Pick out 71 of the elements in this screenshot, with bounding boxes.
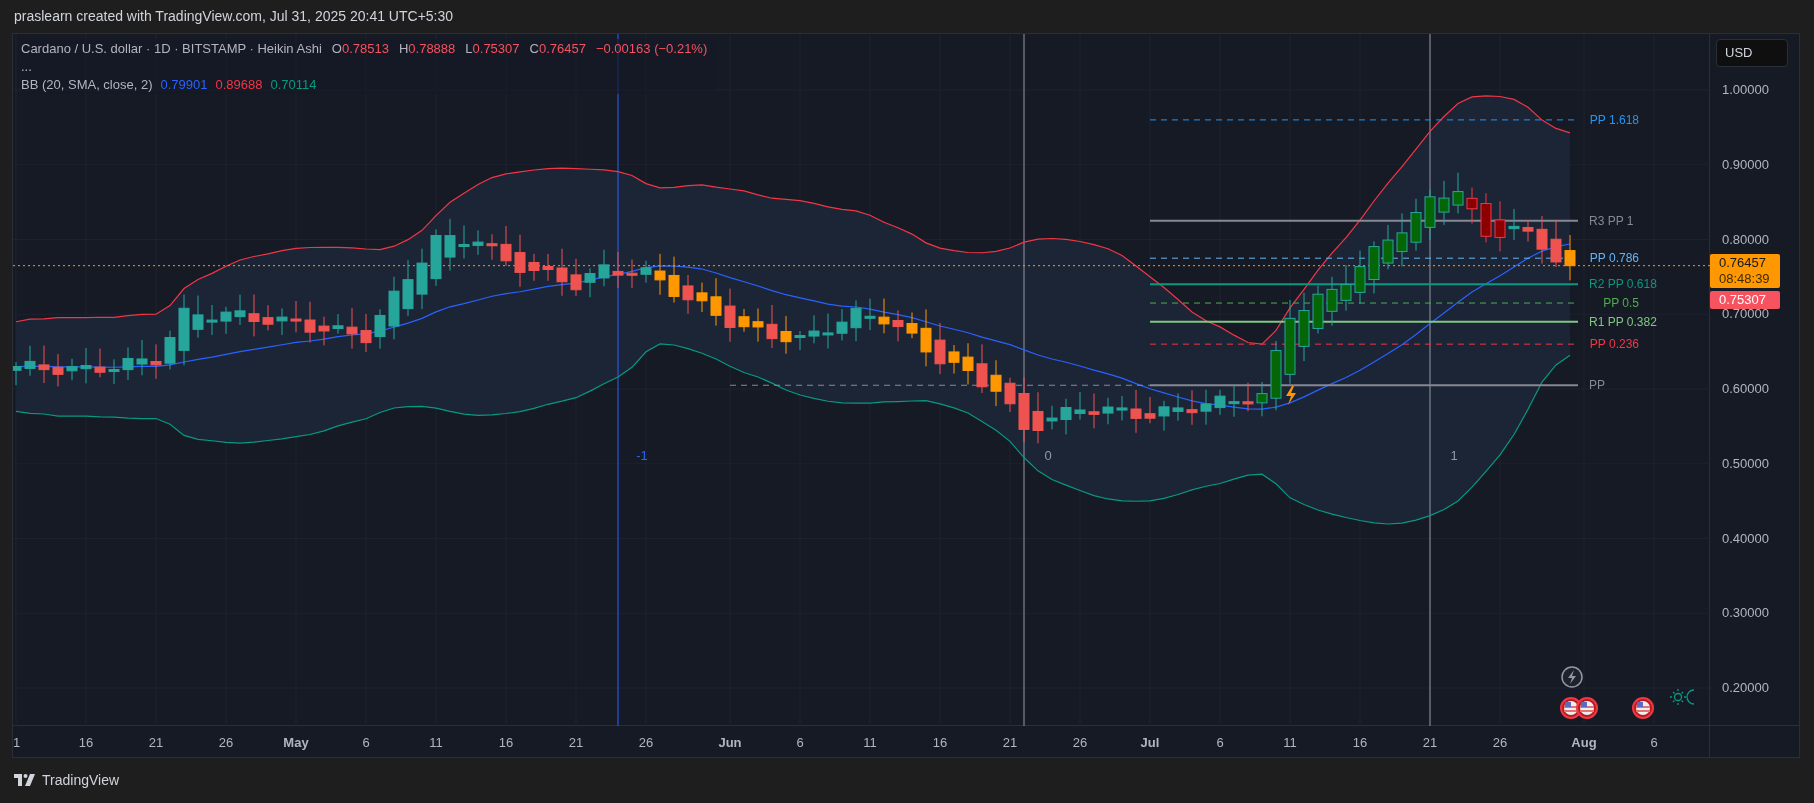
date-axis-label: 21 (1422, 734, 1438, 752)
date-axis-label: 11 (863, 734, 877, 752)
price-tag-value: 0.75307 (1719, 291, 1767, 308)
date-axis-label: 16 (1352, 734, 1368, 752)
pivot-label: PP (1589, 378, 1605, 393)
price-axis-label: 0.60000 (1722, 381, 1769, 397)
symbol-title: Cardano / U.S. dollar · 1D · BITSTAMP · Heikin Ashi (21, 40, 322, 58)
bar-countdown: 08:48:39 (1719, 270, 1771, 287)
ohlc-value: 0.78513 (341, 40, 389, 58)
date-axis-label: 6 (362, 734, 370, 752)
date-axis-label: 6 (796, 734, 804, 752)
price-axis-label: 0.30000 (1722, 605, 1769, 622)
price-change: −0.00163 (−0.21%) (595, 40, 708, 58)
date-axis-label: 26 (218, 734, 234, 752)
date-axis-label: 11 (429, 734, 443, 752)
date-axis-label: 1 (13, 734, 21, 752)
date-axis-label: Jul (1140, 734, 1160, 752)
price-axis-label: 0.20000 (1722, 680, 1769, 696)
ohlc-value: 0.76457 (538, 40, 586, 58)
lightning-icon[interactable] (1561, 666, 1583, 688)
pivot-label: R1 PP 0.382 (1589, 314, 1657, 329)
attribution-text: praslearn created with TradingView.com, Jul 31, 2025 20:41 UTC+5:30 (14, 7, 454, 26)
date-axis-label: 16 (498, 734, 514, 752)
us-flag-icon[interactable] (1576, 697, 1598, 719)
tradingview-logo-text[interactable]: TradingView (42, 769, 120, 791)
cycle-label: 0 (1044, 448, 1052, 463)
price-axis-label: 0.90000 (1722, 156, 1769, 173)
ohlc-label: O (331, 40, 342, 58)
pivot-label: PP 0.236 (1589, 337, 1639, 352)
pivot-label: R2 PP 0.618 (1589, 277, 1657, 292)
cycle-label: 1 (1450, 448, 1458, 463)
ohlc-label: C (529, 40, 539, 58)
date-axis-label: 26 (1492, 734, 1508, 752)
date-axis-label: 26 (638, 734, 654, 752)
date-axis-label: 26 (1072, 734, 1088, 752)
currency-button[interactable]: USD (1716, 39, 1788, 67)
sun-moon-icon[interactable] (1669, 688, 1695, 706)
price-axis-label: 1.00000 (1722, 82, 1769, 98)
price-axis-label: 0.70000 (1722, 306, 1769, 323)
price-axis-label: 0.40000 (1722, 530, 1769, 547)
date-axis-label: 21 (1002, 734, 1018, 752)
pivot-label: PP 1.618 (1589, 112, 1639, 127)
indicator-value: 0.70114 (270, 75, 317, 94)
cycle-label: -1 (636, 448, 648, 463)
lightning-icon[interactable] (1286, 386, 1296, 405)
ohlc-label: L (465, 40, 473, 58)
us-flag-icon[interactable] (1632, 697, 1654, 719)
price-tag-value: 0.76457 (1719, 254, 1767, 271)
date-axis-label: 21 (568, 734, 584, 752)
tradingview-logo-icon[interactable] (14, 774, 36, 786)
pivot-label: PP 0.786 (1589, 251, 1639, 266)
date-axis-label: Jun (718, 734, 742, 752)
date-axis-label: 16 (932, 734, 948, 752)
indicator-value: 0.89688 (215, 75, 263, 94)
ohlc-label: H (398, 40, 409, 58)
date-axis-label: 16 (78, 734, 94, 752)
more-indicators-button[interactable]: ... (21, 61, 32, 72)
pivot-label: R3 PP 1 (1589, 213, 1634, 228)
ohlc-value: 0.78888 (408, 40, 456, 58)
date-axis-label: 11 (1283, 734, 1297, 752)
pivot-label: PP 0.5 (1603, 296, 1639, 311)
date-axis-label: 21 (148, 734, 164, 752)
date-axis-label: 6 (1650, 734, 1658, 752)
indicator-value: 0.79901 (160, 75, 208, 94)
date-axis-label: May (283, 734, 309, 752)
date-axis-label: Aug (1571, 734, 1597, 752)
ohlc-value: 0.75307 (472, 40, 520, 58)
indicator-name: BB (20, SMA, close, 2) (21, 75, 153, 94)
date-axis-label: 6 (1216, 734, 1224, 752)
price-axis-label: 0.50000 (1722, 455, 1769, 472)
price-axis-label: 0.80000 (1722, 231, 1769, 248)
